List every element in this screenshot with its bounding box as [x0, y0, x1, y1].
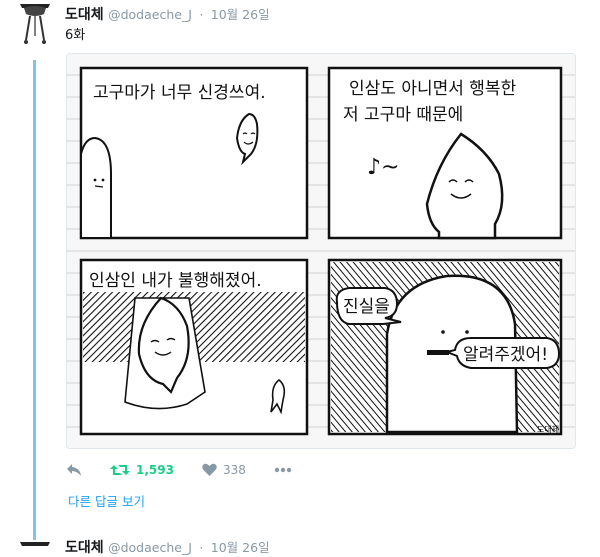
artist-signature: 도대체	[537, 424, 559, 434]
tweet-text: 6화	[65, 28, 86, 43]
comic-panel-2: 인삼도 아니면서 행복한 저 고구마 때문에 ♪~	[327, 66, 563, 240]
comic-panel-4: 진실을 알려주겠어! 도대체	[327, 258, 563, 436]
retweet-icon	[110, 465, 130, 475]
heart-icon	[202, 463, 217, 476]
bubble-1-text: 진실을	[343, 297, 390, 317]
comic-panel-3: 인삼인 내가 불행해졌어.	[79, 258, 309, 436]
next-tweet-header: 도대체 @dodaeche_J · 10월 26일	[65, 537, 270, 557]
like-count: 338	[222, 463, 246, 477]
music-note-text: ♪~	[367, 155, 399, 180]
comic-image: 고구마가 너무 신경쓰여. 인삼도 아니면서 행복한 저 고구마 때문에 ♪~	[67, 54, 575, 448]
retweet-count: 1,593	[136, 463, 174, 477]
next-author-avatar[interactable]	[10, 538, 60, 548]
panel-3-caption: 인삼인 내가 불행해졌어.	[89, 271, 262, 291]
panel-2-caption-line1: 인삼도 아니면서 행복한	[349, 79, 517, 99]
panel-1-caption: 고구마가 너무 신경쓰여.	[93, 83, 266, 103]
bubble-2-text: 알려주겠어!	[463, 345, 548, 365]
reply-button[interactable]	[66, 463, 82, 477]
more-icon	[274, 467, 292, 473]
more-options-button[interactable]	[274, 467, 292, 473]
tweet-action-bar: 1,593 338	[66, 460, 320, 480]
retweet-button[interactable]: 1,593	[110, 463, 174, 477]
author-name[interactable]: 도대체	[65, 7, 104, 23]
show-more-replies-link[interactable]: 다른 답글 보기	[68, 491, 145, 510]
next-author-name[interactable]: 도대체	[65, 540, 104, 556]
reply-icon	[67, 464, 81, 476]
tweet-timestamp[interactable]: 10월 26일	[211, 7, 270, 22]
like-button[interactable]: 338	[202, 463, 246, 477]
author-handle[interactable]: @dodaeche_J	[108, 7, 192, 22]
tweet-media-image[interactable]: 고구마가 너무 신경쓰여. 인삼도 아니면서 행복한 저 고구마 때문에 ♪~	[66, 53, 576, 449]
panel-2-caption-line2: 저 고구마 때문에	[343, 105, 463, 125]
thread-connector-line	[33, 60, 36, 540]
comic-panel-1: 고구마가 너무 신경쓰여.	[79, 66, 309, 240]
separator-dot: ·	[199, 7, 204, 22]
author-avatar[interactable]	[10, 0, 60, 54]
tweet-header: 도대체 @dodaeche_J · 10월 26일	[65, 4, 270, 24]
